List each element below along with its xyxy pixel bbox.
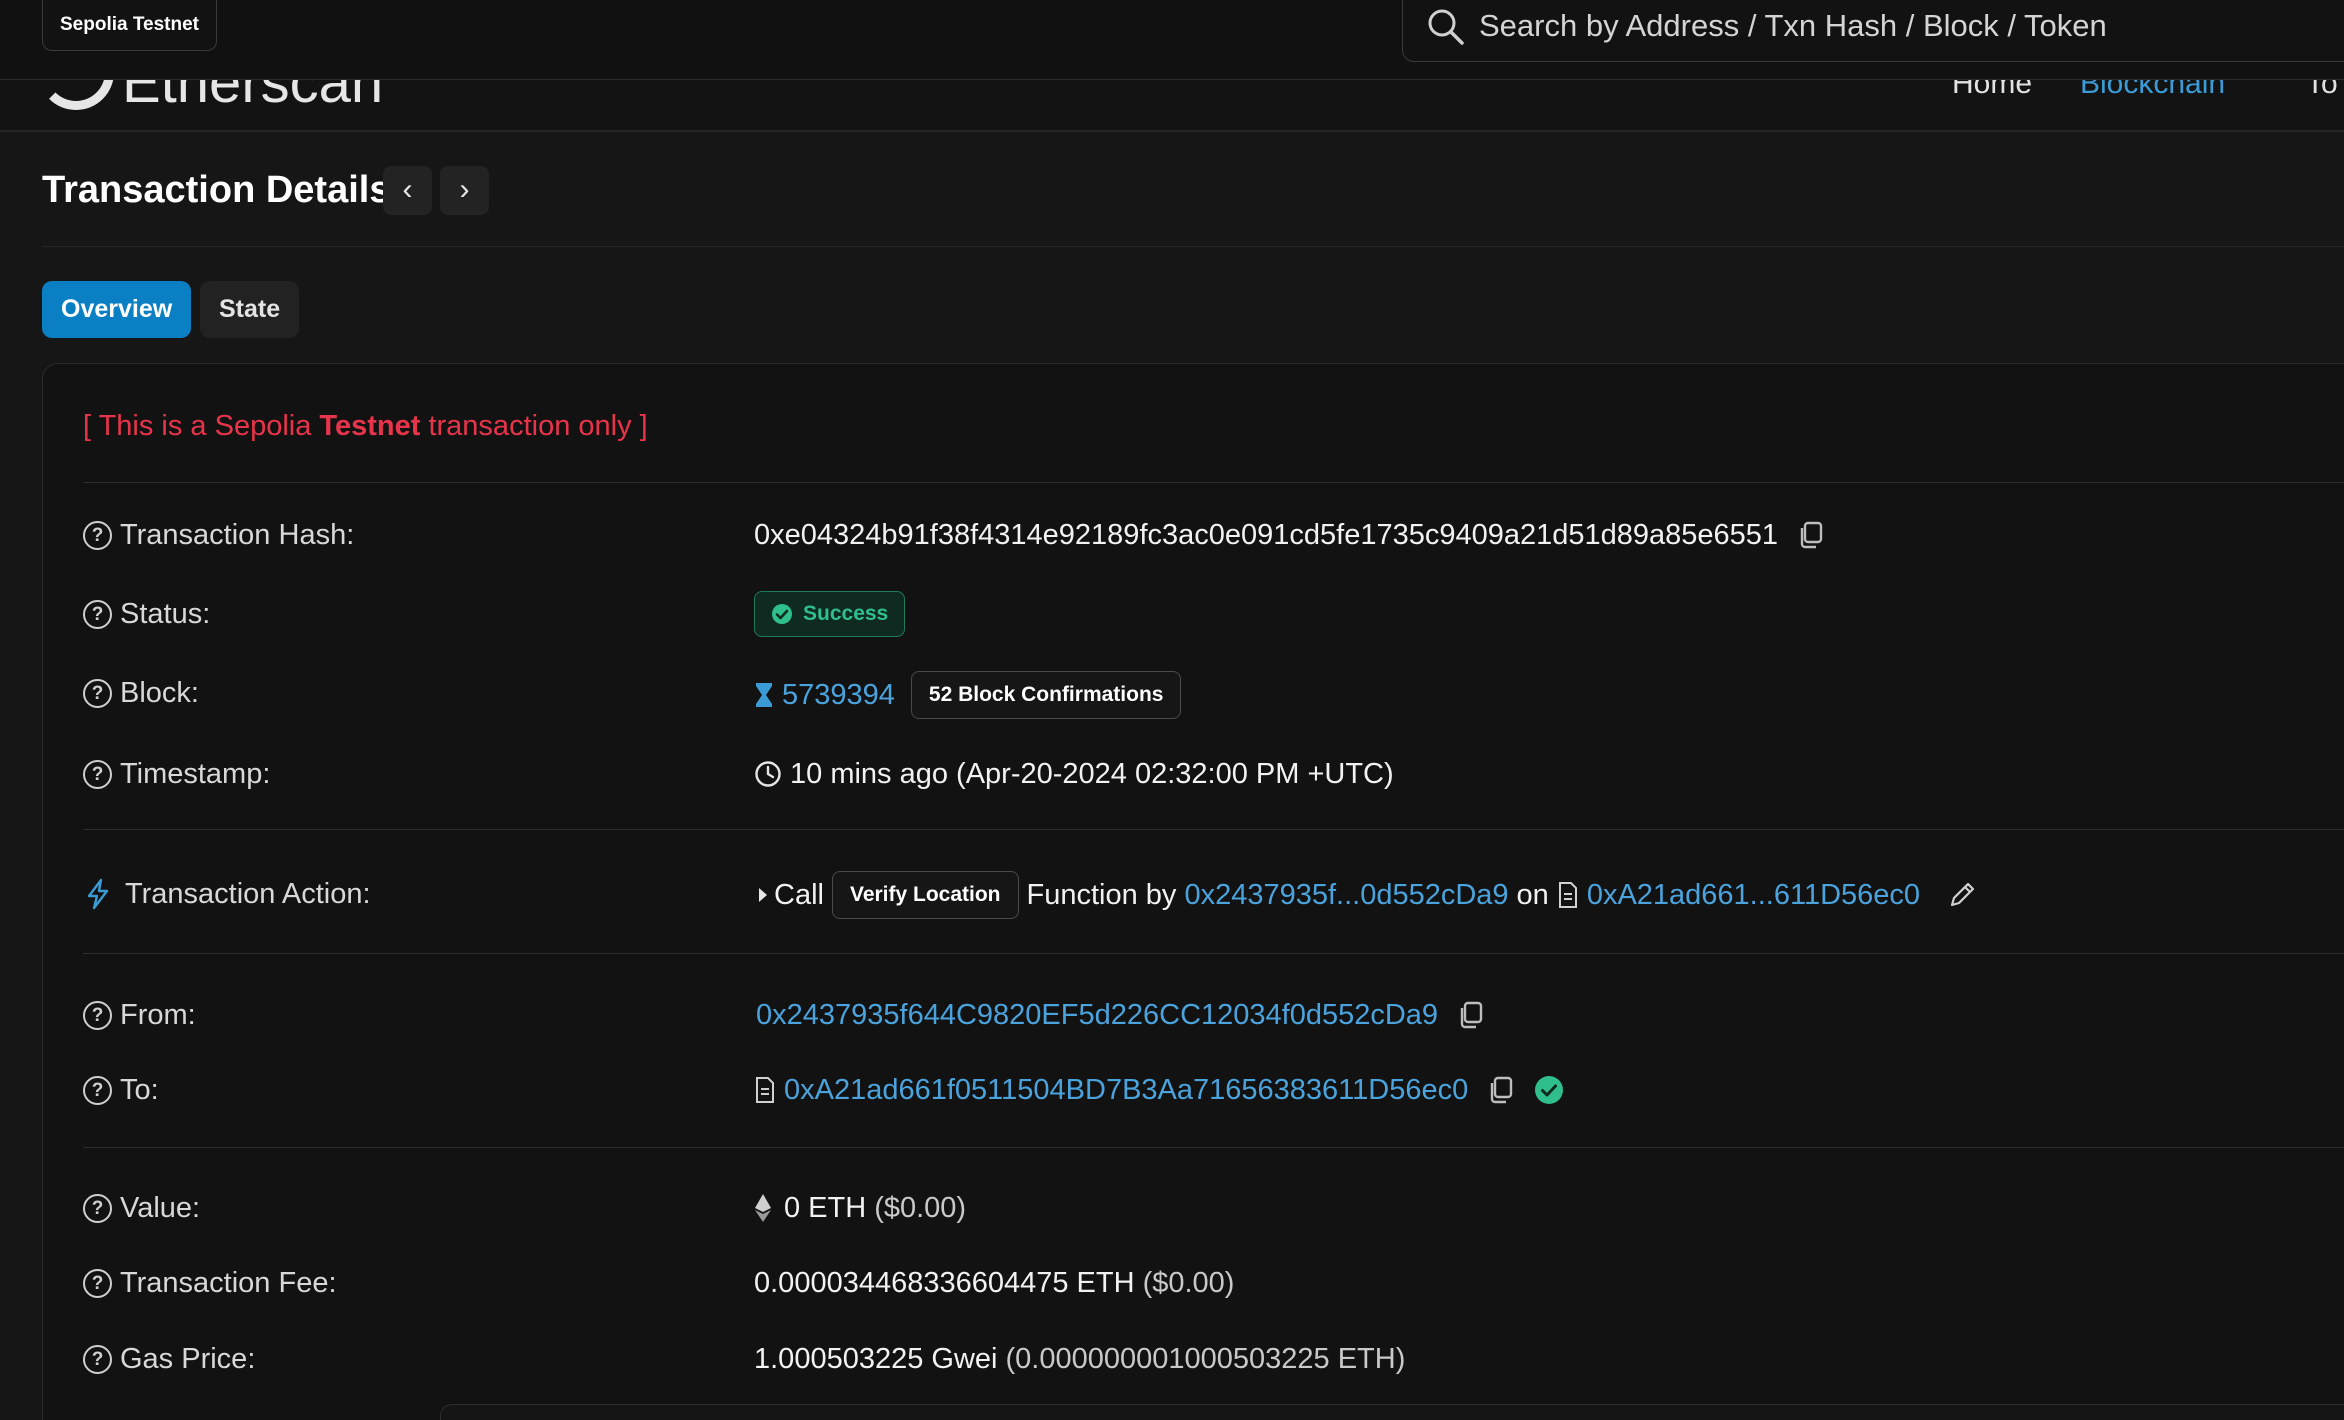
caret-right-icon[interactable] [756, 885, 770, 905]
label-text: Timestamp: [120, 758, 271, 790]
fee-eth-text: 0.000034468336604475 ETH [754, 1267, 1135, 1299]
status-value: Success [754, 591, 906, 637]
transaction-hash-value: 0xe04324b91f38f4314e92189fc3ac0e091cd5fe… [754, 517, 1826, 553]
more-details-panel [440, 1404, 2344, 1420]
tab-state[interactable]: State [200, 281, 300, 338]
help-icon[interactable]: ? [83, 678, 112, 708]
label-text: Transaction Action: [125, 878, 371, 910]
transaction-fee-label: ? Transaction Fee: [83, 1265, 337, 1301]
eth-diamond-icon [755, 1194, 771, 1222]
value-value: 0 ETH ($0.00) [754, 1190, 966, 1226]
testnet-notice: [ This is a Sepolia Testnet transaction … [83, 408, 648, 444]
help-icon[interactable]: ? [83, 1268, 112, 1298]
pencil-icon[interactable] [1946, 879, 1978, 911]
etherscan-logo-icon[interactable] [38, 80, 114, 110]
nav-bar: Etherscan Home Blockchain To [0, 80, 2344, 132]
page: Sepolia Testnet Etherscan Home Blockchai… [0, 0, 2344, 1420]
label-text: Transaction Hash: [120, 519, 355, 551]
copy-icon[interactable] [1486, 1075, 1516, 1105]
gas-price-value: 1.000503225 Gwei (0.000000001000503225 E… [754, 1341, 1405, 1377]
to-address-link[interactable]: 0xA21ad661f0511504BD7B3Aa71656383611D56e… [784, 1072, 1468, 1108]
clock-icon [755, 761, 781, 787]
gas-price-label: ? Gas Price: [83, 1341, 255, 1377]
divider [83, 482, 2344, 483]
previous-transaction-button[interactable]: ‹ [383, 166, 432, 215]
help-icon[interactable]: ? [83, 1193, 112, 1223]
transaction-hash-label: ? Transaction Hash: [83, 517, 354, 553]
search-input[interactable] [1479, 4, 2339, 48]
label-text: Status: [120, 598, 211, 630]
label-text: Gas Price: [120, 1343, 256, 1375]
notice-bold: Testnet [319, 410, 421, 442]
page-title: Transaction Details [42, 169, 391, 211]
from-value: 0x2437935f644C9820EF5d226CC12034f0d552cD… [756, 997, 1486, 1033]
timestamp-value: 10 mins ago (Apr-20-2024 02:32:00 PM +UT… [754, 756, 1394, 792]
value-label: ? Value: [83, 1190, 200, 1226]
label-text: From: [120, 999, 196, 1031]
network-badge[interactable]: Sepolia Testnet [42, 0, 218, 51]
value-eth-text: 0 ETH [784, 1192, 867, 1224]
notice-prefix: [ This is a Sepolia [83, 410, 320, 442]
top-bar: Sepolia Testnet [0, 0, 2344, 80]
copy-icon[interactable] [1456, 1000, 1486, 1030]
action-call-text: Call [774, 879, 824, 911]
transaction-hash-text: 0xe04324b91f38f4314e92189fc3ac0e091cd5fe… [754, 519, 1779, 551]
help-icon[interactable]: ? [83, 599, 112, 629]
tab-overview[interactable]: Overview [42, 281, 192, 338]
on-text: on [1516, 879, 1549, 911]
label-text: Block: [120, 677, 199, 709]
verified-check-icon [1535, 1076, 1564, 1104]
action-to-contract-link[interactable]: 0xA21ad661...611D56ec0 [1587, 877, 1920, 913]
function-by-text: Function by [1026, 879, 1177, 911]
block-value: 5739394 52 Block Confirmations [754, 671, 1182, 719]
to-value: 0xA21ad661f0511504BD7B3Aa71656383611D56e… [754, 1072, 1564, 1108]
label-text: Value: [120, 1192, 201, 1224]
transaction-fee-value: 0.000034468336604475 ETH ($0.00) [754, 1265, 1234, 1301]
block-label: ? Block: [83, 675, 199, 711]
action-from-address-link[interactable]: 0x2437935f...0d552cDa9 [1184, 877, 1508, 913]
divider [83, 953, 2344, 954]
status-badge: Success [754, 591, 906, 637]
method-badge: Verify Location [831, 871, 1019, 919]
notice-suffix: transaction only ] [420, 410, 648, 442]
status-label: ? Status: [83, 596, 210, 632]
lightning-icon [87, 878, 109, 910]
hourglass-icon [756, 683, 772, 707]
fee-usd-text: ($0.00) [1142, 1267, 1235, 1299]
check-circle-icon [772, 604, 792, 624]
divider [83, 829, 2344, 830]
timestamp-label: ? Timestamp: [83, 756, 270, 792]
block-confirmations-badge: 52 Block Confirmations [910, 671, 1182, 719]
help-icon[interactable]: ? [83, 759, 112, 789]
contract-file-icon [756, 1077, 774, 1103]
help-icon[interactable]: ? [83, 1000, 112, 1030]
nav-item-home[interactable]: Home [1952, 80, 2032, 104]
status-text: Success [803, 602, 889, 625]
help-icon[interactable]: ? [83, 1344, 112, 1374]
transaction-action-label: Transaction Action: [83, 876, 371, 912]
help-icon[interactable]: ? [83, 520, 112, 550]
from-address-link[interactable]: 0x2437935f644C9820EF5d226CC12034f0d552cD… [756, 997, 1438, 1033]
nav-item-blockchain[interactable]: Blockchain [2080, 80, 2225, 104]
label-text: To: [120, 1074, 159, 1106]
header-divider [42, 246, 2344, 247]
copy-icon[interactable] [1796, 520, 1826, 550]
search-icon[interactable] [1425, 6, 1467, 48]
to-label: ? To: [83, 1072, 159, 1108]
nav-item-tokens[interactable]: To [2306, 80, 2338, 104]
gas-gwei-text: 1.000503225 Gwei [754, 1343, 998, 1375]
timestamp-text: 10 mins ago (Apr-20-2024 02:32:00 PM +UT… [790, 758, 1394, 790]
logo-text[interactable]: Etherscan [122, 80, 383, 113]
next-transaction-button[interactable]: › [440, 166, 489, 215]
search-bar[interactable] [1402, 0, 2344, 62]
from-label: ? From: [83, 997, 196, 1033]
label-text: Transaction Fee: [120, 1267, 337, 1299]
block-number-link[interactable]: 5739394 [782, 677, 895, 713]
divider [83, 1147, 2344, 1148]
gas-eth-text: (0.000000001000503225 ETH) [1005, 1343, 1406, 1375]
contract-file-icon [1558, 882, 1577, 908]
value-usd-text: ($0.00) [874, 1192, 967, 1224]
transaction-action-value: Call Verify Location Function by 0x24379… [754, 871, 1978, 919]
help-icon[interactable]: ? [83, 1075, 112, 1105]
